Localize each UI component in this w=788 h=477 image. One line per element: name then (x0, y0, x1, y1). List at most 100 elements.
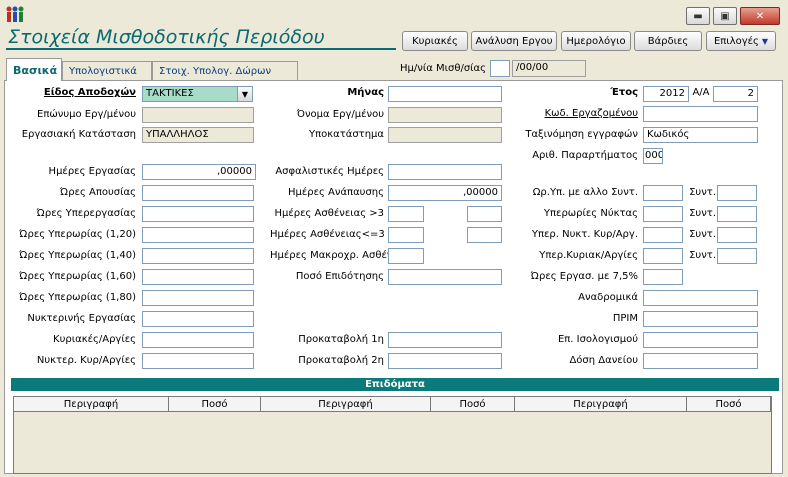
sick-gt3-field[interactable] (388, 206, 424, 222)
balance-allowance-label: Επ. Ισολογισμού (557, 334, 638, 345)
advance2-label: Προκαταβολή 2η (298, 355, 384, 366)
sick-le3-label: Ημέρες Ασθένειας<=3 (270, 229, 385, 240)
employee-name-label: Όνομα Εργ/μένου (296, 109, 384, 120)
overtime-120-field[interactable] (142, 227, 254, 243)
tab-gift-calc[interactable]: Στοιχ. Υπολογ. Δώρων (152, 61, 298, 80)
sick-le3-field[interactable] (388, 227, 424, 243)
retroactive-label: Αναδρομικά (578, 292, 638, 303)
aa-field[interactable]: 2 (713, 86, 758, 102)
night-ot-sun-coef-label: Συντ. (689, 229, 716, 240)
employment-status-field: ΥΠΑΛΛΗΛΟΣ (142, 127, 254, 143)
night-ot-coef-label: Συντ. (689, 208, 716, 219)
absence-hours-label: Ώρες Απουσίας (59, 187, 136, 198)
employee-code-field[interactable] (643, 106, 758, 122)
overtime-160-field[interactable] (142, 269, 254, 285)
overtime-work-field[interactable] (142, 206, 254, 222)
work-75-field[interactable] (643, 269, 683, 285)
sundays-holidays-field[interactable] (142, 332, 254, 348)
night-ot-label: Υπερωρίες Νύκτας (543, 208, 638, 219)
balance-allowance-field[interactable] (643, 332, 758, 348)
year-field[interactable]: 2012 (643, 86, 689, 102)
overtime-180-field[interactable] (142, 290, 254, 306)
advance2-field[interactable] (388, 353, 502, 369)
sundays-button[interactable]: Κυριακές (402, 31, 468, 51)
year-label: Έτος (610, 87, 638, 98)
ot-sun-coef-field[interactable] (717, 248, 757, 264)
ot-sun-label: Υπερ.Κυριακ/Αργίες (539, 250, 638, 261)
maximize-button[interactable]: ▣ (713, 7, 737, 25)
payroll-date-field[interactable]: /00/00 (512, 60, 586, 77)
absence-hours-field[interactable] (142, 185, 254, 201)
sort-field[interactable]: Κωδικός (643, 127, 758, 143)
ot-sun-coef-label: Συντ. (689, 250, 716, 261)
sundays-holidays-label: Κυριακές/Αργίες (53, 334, 136, 345)
shifts-button[interactable]: Βάρδιες (634, 31, 702, 51)
allowances-header: Επιδόματα (11, 378, 779, 391)
branch-number-field[interactable]: 000 (643, 148, 663, 164)
long-sick-field[interactable] (388, 248, 424, 264)
calendar-button[interactable]: Ημερολόγιο (561, 31, 631, 51)
work-days-field[interactable]: ,00000 (142, 164, 256, 180)
night-work-field[interactable] (142, 311, 254, 327)
grid-col-description-2[interactable]: Περιγραφή (261, 397, 431, 412)
grid-col-description-3[interactable]: Περιγραφή (515, 397, 687, 412)
night-ot-sun-coef-field[interactable] (717, 227, 757, 243)
prim-field[interactable] (643, 311, 758, 327)
month-field[interactable] (388, 86, 502, 102)
subsidy-field[interactable] (388, 269, 502, 285)
long-sick-label: Ημέρες Μακροχρ. Ασθέν. (270, 250, 396, 261)
work-75-label: Ώρες Εργασ. με 7,5% (530, 271, 638, 282)
loan-installment-field[interactable] (643, 353, 758, 369)
payroll-day-field[interactable] (490, 60, 510, 77)
grid-col-amount-3[interactable]: Ποσό (687, 397, 771, 412)
advance1-label: Προκαταβολή 1η (298, 334, 384, 345)
grid-col-amount-1[interactable]: Ποσό (169, 397, 261, 412)
overtime-180-label: Ώρες Υπερωρίας (1,80) (19, 292, 136, 303)
sick-le3-field-2[interactable] (467, 227, 502, 243)
earnings-type-select[interactable]: ΤΑΚΤΙΚΕΣ (142, 86, 238, 102)
work-analysis-button[interactable]: Ανάλυση Εργου (471, 31, 557, 51)
prim-label: ΠΡΙΜ (612, 313, 638, 324)
close-button[interactable]: ✕ (740, 7, 780, 25)
overtime-140-field[interactable] (142, 248, 254, 264)
night-ot-sun-field[interactable] (643, 227, 683, 243)
branch-field (388, 127, 502, 143)
sick-gt3-label: Ημέρες Ασθένειας >3 (274, 208, 384, 219)
minimize-button[interactable]: ▬ (686, 7, 710, 25)
ot-other-label: Ωρ.Υπ. με αλλο Συντ. (532, 187, 638, 198)
tab-basic[interactable]: Βασικά (6, 58, 62, 81)
surname-label: Επώνυμο Εργ/μένου (37, 109, 136, 120)
employee-code-label[interactable]: Κωδ. Εργαζομένου (520, 108, 638, 119)
options-button[interactable]: Επιλογές ▼ (706, 31, 776, 51)
night-work-label: Νυκτερινής Εργασίας (27, 313, 136, 324)
options-label: Επιλογές (713, 35, 759, 47)
insurance-days-field[interactable] (388, 164, 502, 180)
sick-gt3-field-2[interactable] (467, 206, 502, 222)
title-underline (6, 48, 396, 50)
month-label: Μήνας (347, 87, 384, 98)
night-ot-coef-field[interactable] (717, 206, 757, 222)
overtime-120-label: Ώρες Υπερωρίας (1,20) (19, 229, 136, 240)
payroll-date-label: Ημ/νία Μισθ/σίας (399, 63, 486, 74)
retroactive-field[interactable] (643, 290, 758, 306)
branch-number-label: Αριθ. Παραρτήματος (532, 150, 638, 161)
tab-computed[interactable]: Υπολογιστικά (62, 61, 152, 80)
grid-col-description-1[interactable]: Περιγραφή (14, 397, 169, 412)
work-days-label: Ημέρες Εργασίας (48, 166, 136, 177)
rest-days-label: Ημέρες Ανάπαυσης (287, 187, 384, 198)
ot-other-coef-label: Συντ. (689, 187, 716, 198)
page-title: Στοιχεία Μισθοδοτικής Περιόδου (8, 26, 325, 48)
grid-col-amount-2[interactable]: Ποσό (431, 397, 515, 412)
insurance-days-label: Ασφαλιστικές Ημέρες (275, 166, 384, 177)
app-icon (6, 6, 24, 22)
ot-other-coef-field[interactable] (717, 185, 757, 201)
overtime-140-label: Ώρες Υπερωρίας (1,40) (19, 250, 136, 261)
chevron-down-icon[interactable]: ▼ (237, 86, 253, 102)
rest-days-field[interactable]: ,00000 (388, 185, 502, 201)
night-ot-sun-label: Υπερ. Νυκτ. Κυρ/Αργ. (531, 229, 638, 240)
night-ot-field[interactable] (643, 206, 683, 222)
ot-sun-field[interactable] (643, 248, 683, 264)
night-sun-field[interactable] (142, 353, 254, 369)
advance1-field[interactable] (388, 332, 502, 348)
ot-other-field[interactable] (643, 185, 683, 201)
